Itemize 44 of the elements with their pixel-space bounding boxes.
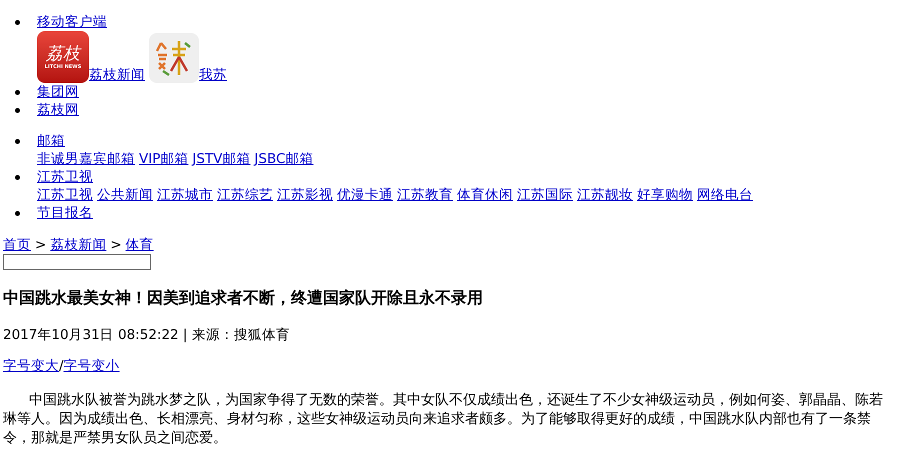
channel-link[interactable]: VIP邮箱 (139, 150, 188, 168)
bullet-icon (15, 211, 20, 216)
bullet-icon (15, 175, 20, 180)
breadcrumb-separator: > (110, 236, 122, 254)
nav-link[interactable]: 节目报名 (37, 205, 93, 221)
nav-link[interactable]: 江苏卫视 (37, 169, 93, 185)
channel-link[interactable]: 江苏卫视 (37, 186, 93, 204)
channel-link[interactable]: 公共新闻 (97, 186, 153, 204)
channel-link[interactable]: 优漫卡通 (337, 186, 393, 204)
breadcrumb-link[interactable]: 首页 (3, 236, 31, 254)
app-link[interactable]: 我苏 (199, 67, 227, 83)
input-field[interactable] (3, 254, 151, 270)
nav-link[interactable]: 荔枝网 (37, 102, 79, 118)
logo-text: 荔枝 (46, 44, 80, 64)
font-size-link[interactable]: 字号变小 (64, 357, 120, 375)
channel-link[interactable]: 江苏城市 (157, 186, 213, 204)
nav-link[interactable]: 集团网 (37, 84, 79, 100)
bullet-icon (15, 108, 20, 113)
article-body: 中国跳水队被誉为跳水梦之队，为国家争得了无数的荣誉。其中女队不仅成绩出色，还诞生了不少女神级运动员，例如何姿、郭晶晶、陈若琳等人。因为成绩出色、长相漂亮、身材匀称，这些女神级运动员向来追求者颇多。为了能够取得更好的成绩，中国跳水队内部也有了一条禁令，那就是严禁男女队员之间恋爱。 (2, 391, 884, 448)
breadcrumb-link[interactable]: 荔枝新闻 (50, 236, 106, 254)
link-separator: / (59, 357, 64, 375)
article-meta: 2017年10月31日 08:52:22 | 来源：搜狐体育 (2, 326, 291, 344)
channel-link[interactable]: 江苏影视 (277, 186, 333, 204)
channel-link[interactable]: 非诚男嘉宾邮箱 (37, 150, 135, 168)
app-logo-drawing[interactable] (155, 39, 193, 77)
channel-link[interactable]: 江苏教育 (397, 186, 453, 204)
nav-link[interactable]: 移动客户端 (37, 14, 107, 30)
bullet-icon (15, 139, 20, 144)
nav-link[interactable]: 邮箱 (37, 133, 65, 149)
channel-link[interactable]: JSTV邮箱 (192, 150, 250, 168)
bullet-icon (15, 20, 20, 25)
channel-link[interactable]: 江苏国际 (517, 186, 573, 204)
breadcrumb-link[interactable]: 体育 (126, 236, 154, 254)
font-size-link[interactable]: 字号变大 (3, 357, 59, 375)
channel-link[interactable]: 江苏综艺 (217, 186, 273, 204)
channel-link[interactable]: 好享购物 (637, 186, 693, 204)
channel-link[interactable]: 江苏靓妆 (577, 186, 633, 204)
breadcrumb-separator: > (35, 236, 46, 254)
bullet-icon (15, 90, 20, 95)
channel-link[interactable]: JSBC邮箱 (254, 150, 314, 168)
article-title: 中国跳水最美女神！因美到追求者不断，终遭国家队开除且永不录用 (2, 288, 484, 308)
channel-link[interactable]: 体育休闲 (457, 186, 513, 204)
channel-link[interactable]: 网络电台 (697, 186, 753, 204)
app-link[interactable]: 荔枝新闻 (89, 67, 145, 83)
